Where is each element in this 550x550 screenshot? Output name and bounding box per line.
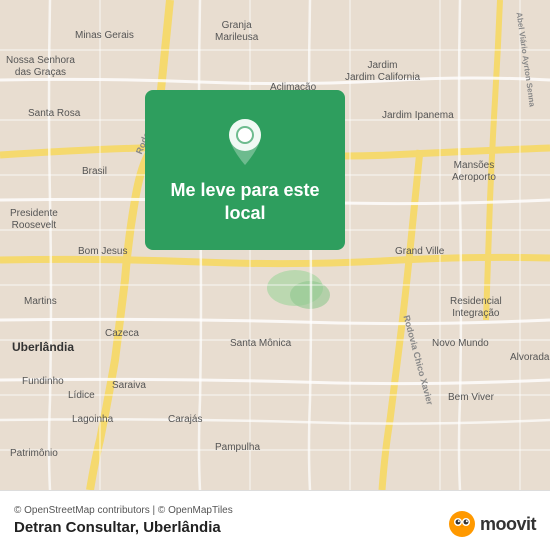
pin-icon (223, 115, 267, 169)
moovit-text: moovit (480, 514, 536, 535)
location-label: Me leve para este local (145, 179, 345, 226)
location-card[interactable]: Me leve para este local (145, 90, 345, 250)
map: Minas Gerais Nossa Senhoradas Graças Gra… (0, 0, 550, 490)
moovit-icon (448, 510, 476, 538)
bottom-bar: © OpenStreetMap contributors | © OpenMap… (0, 490, 550, 550)
moovit-logo: moovit (448, 510, 536, 538)
